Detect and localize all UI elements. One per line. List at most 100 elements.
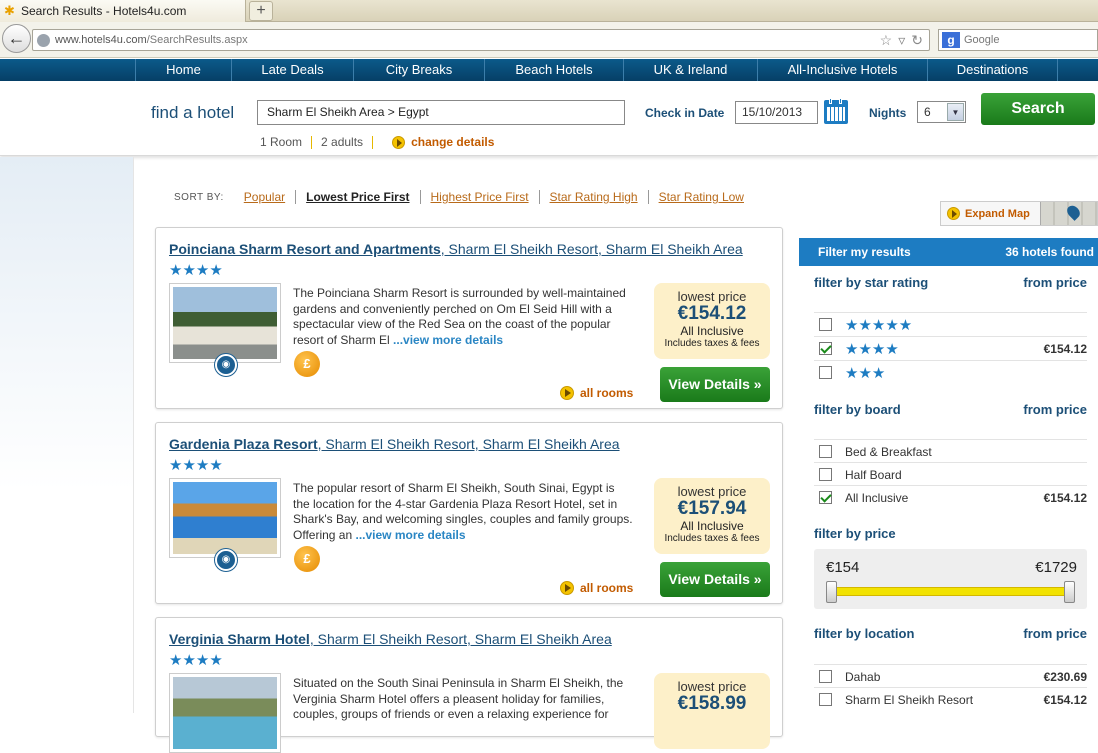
checkbox[interactable] [819, 693, 832, 706]
all-rooms-link[interactable]: all rooms [560, 581, 633, 595]
price-label: lowest price [677, 484, 747, 499]
checkbox[interactable] [819, 366, 832, 379]
filter-board-title: filter by board [814, 402, 901, 417]
board-label: Half Board [845, 467, 902, 482]
calendar-icon[interactable] [824, 98, 848, 124]
checkbox[interactable] [819, 318, 832, 331]
price-label: lowest price [677, 289, 747, 304]
location-label: Dahab [845, 669, 881, 684]
hotel-description: The Poinciana Sharm Resort is surrounded… [293, 286, 633, 348]
hotel-result-card: Gardenia Plaza Resort, Sharm El Sheikh R… [155, 422, 783, 604]
camera-icon[interactable]: ◉ [215, 549, 237, 571]
camera-icon[interactable]: ◉ [215, 354, 237, 376]
hotel-name[interactable]: Poinciana Sharm Resort and Apartments [169, 241, 441, 257]
hotel-name[interactable]: Gardenia Plaza Resort [169, 436, 318, 452]
filter-star-title: filter by star rating [814, 275, 929, 290]
filter-star-5[interactable]: ★★★★★ [814, 312, 1087, 336]
checkbox-checked[interactable] [819, 491, 832, 504]
hotel-result-card: Verginia Sharm Hotel, Sharm El Sheikh Re… [155, 617, 783, 753]
reload-icon[interactable]: ↻ [911, 32, 923, 49]
check-in-date-input[interactable]: 15/10/2013 [735, 101, 818, 124]
new-tab-button[interactable]: + [249, 1, 273, 21]
filter-star-4[interactable]: ★★★★ €154.12 [814, 336, 1087, 360]
all-rooms-link[interactable]: all rooms [560, 386, 633, 400]
currency-pound-icon: £ [294, 546, 320, 572]
sort-highest-price[interactable]: Highest Price First [419, 190, 539, 204]
filter-board-hb[interactable]: Half Board [814, 462, 1087, 486]
expand-map-button[interactable]: Expand Map [940, 201, 1098, 226]
nav-uk-ireland[interactable]: UK & Ireland [624, 59, 758, 81]
bookmark-star-icon[interactable]: ☆ [880, 32, 893, 49]
from-price-label: from price [1023, 402, 1087, 417]
view-details-button[interactable]: View Details » [660, 562, 770, 597]
price-value: €154.12 [677, 303, 747, 324]
all-rooms-label[interactable]: all rooms [580, 386, 633, 400]
hotel-location[interactable]: , Sharm El Sheikh Resort, Sharm El Sheik… [318, 436, 620, 452]
favicon-icon: ✱ [4, 3, 15, 18]
nav-beach-hotels[interactable]: Beach Hotels [485, 59, 624, 81]
slider-max-handle[interactable] [1064, 581, 1075, 603]
adults-count: 2 adults [321, 135, 364, 149]
nights-select[interactable]: 6 ▼ [917, 101, 966, 123]
change-details-link[interactable]: change details [411, 135, 494, 149]
hotel-photo[interactable] [169, 673, 281, 753]
checkbox-checked[interactable] [819, 342, 832, 355]
sort-lowest-price[interactable]: Lowest Price First [295, 190, 419, 204]
view-more-link[interactable]: ...view more details [355, 528, 465, 542]
filter-board-bb[interactable]: Bed & Breakfast [814, 439, 1087, 463]
hotel-location[interactable]: , Sharm El Sheikh Resort, Sharm El Sheik… [441, 241, 743, 257]
address-bar[interactable]: www.hotels4u.com /SearchResults.aspx ☆ ▿… [32, 29, 930, 51]
hotel-photo[interactable] [169, 478, 281, 558]
sort-label: SORT BY: [174, 191, 224, 203]
browser-search-box[interactable]: g Google [938, 29, 1098, 51]
price-max-label: €1729 [1035, 559, 1077, 576]
hotel-name-link[interactable]: Poinciana Sharm Resort and Apartments, S… [169, 241, 743, 257]
hotel-description: The popular resort of Sharm El Sheikh, S… [293, 481, 633, 543]
view-more-link[interactable]: ...view more details [393, 333, 503, 347]
destination-input[interactable]: Sharm El Sheikh Area > Egypt [257, 100, 625, 125]
sort-star-high[interactable]: Star Rating High [538, 190, 648, 204]
hotel-name-link[interactable]: Gardenia Plaza Resort, Sharm El Sheikh R… [169, 436, 620, 452]
filter-board-ai[interactable]: All Inclusive €154.12 [814, 485, 1087, 509]
chevron-down-icon: ▼ [947, 103, 964, 121]
find-hotel-bar: find a hotel Sharm El Sheikh Area > Egyp… [0, 81, 1098, 156]
hotel-name[interactable]: Verginia Sharm Hotel [169, 631, 310, 647]
nav-destinations[interactable]: Destinations [928, 59, 1058, 81]
nav-home[interactable]: Home [136, 59, 232, 81]
filter-price: €154.12 [1043, 692, 1087, 707]
sort-star-low[interactable]: Star Rating Low [647, 190, 754, 204]
hotel-name-link[interactable]: Verginia Sharm Hotel, Sharm El Sheikh Re… [169, 631, 612, 647]
star-rating: ★★★★ [169, 652, 223, 669]
all-rooms-label[interactable]: all rooms [580, 581, 633, 595]
filter-location-sharm[interactable]: Sharm El Sheikh Resort €154.12 [814, 687, 1087, 711]
view-details-button[interactable]: View Details » [660, 367, 770, 402]
sort-popular[interactable]: Popular [244, 190, 295, 204]
hotel-location[interactable]: , Sharm El Sheikh Resort, Sharm El Sheik… [310, 631, 612, 647]
filter-price: €230.69 [1043, 669, 1087, 684]
star-label: ★★★★ [845, 340, 899, 358]
checkbox[interactable] [819, 445, 832, 458]
filter-star-3[interactable]: ★★★ [814, 360, 1087, 384]
nav-all-inclusive[interactable]: All-Inclusive Hotels [758, 59, 928, 81]
panel-divider [133, 157, 134, 713]
hotel-photo[interactable] [169, 283, 281, 363]
nights-value: 6 [924, 105, 931, 119]
taxes-note: Includes taxes & fees [664, 338, 760, 349]
search-button[interactable]: Search [981, 93, 1095, 125]
back-arrow-icon[interactable]: ← [2, 24, 31, 53]
dropdown-arrow-icon[interactable]: ▿ [898, 32, 905, 49]
filter-star-heading: filter by star rating from price [814, 275, 1087, 290]
browser-tab[interactable]: ✱ Search Results - Hotels4u.com [0, 0, 246, 22]
checkbox[interactable] [819, 670, 832, 683]
expand-map-label[interactable]: Expand Map [965, 208, 1030, 220]
nav-city-breaks[interactable]: City Breaks [354, 59, 485, 81]
filter-price: €154.12 [1043, 341, 1087, 356]
filter-location-heading: filter by location from price [814, 626, 1087, 641]
filter-location-dahab[interactable]: Dahab €230.69 [814, 664, 1087, 688]
nav-late-deals[interactable]: Late Deals [232, 59, 354, 81]
checkbox[interactable] [819, 468, 832, 481]
filter-header: Filter my results 36 hotels found [799, 238, 1098, 266]
taxes-note: Includes taxes & fees [664, 533, 760, 544]
slider-min-handle[interactable] [826, 581, 837, 603]
slider-track[interactable] [832, 587, 1070, 596]
